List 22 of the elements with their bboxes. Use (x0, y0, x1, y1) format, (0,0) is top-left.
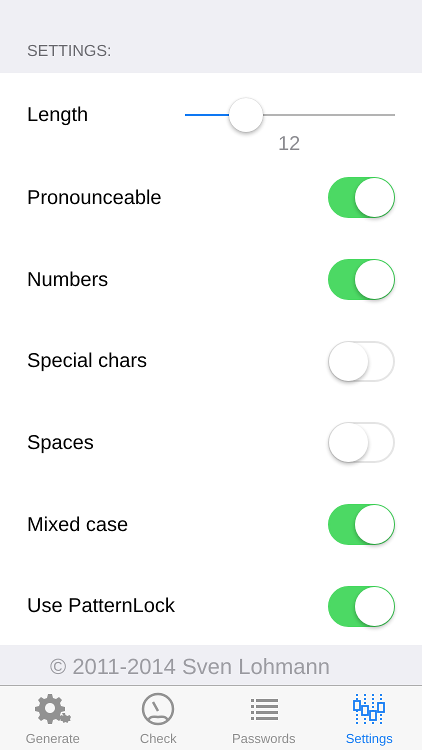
tab-bar-item[interactable]: Generate (0, 686, 106, 750)
setting-label: Pronounceable (27, 186, 162, 211)
tab-bar-item[interactable]: Check (106, 686, 211, 750)
toggle-switch[interactable] (328, 259, 395, 300)
gauge-icon (140, 692, 176, 726)
toggle-switch[interactable] (328, 586, 395, 627)
tab-bar-item[interactable]: Settings (316, 686, 422, 750)
setting-label: Mixed case (27, 512, 128, 538)
slider-thumb[interactable] (228, 98, 263, 132)
setting-label: Use PatternLock (27, 594, 175, 620)
length-value: 12 (278, 132, 300, 157)
tab-bar-item[interactable]: Passwords (211, 686, 316, 750)
copyright-text: © 2011-2014 Sven Lohmann (50, 654, 330, 680)
toggle-switch[interactable] (328, 177, 395, 218)
setting-label: Numbers (27, 268, 108, 293)
section-header: SETTINGS: (27, 42, 112, 62)
setting-label: Special chars (27, 349, 148, 374)
toggle-switch[interactable] (328, 504, 395, 546)
length-label: Length (27, 103, 88, 128)
setting-label: Spaces (27, 430, 94, 456)
sliders-icon (351, 692, 388, 726)
gears-icon (34, 692, 71, 726)
